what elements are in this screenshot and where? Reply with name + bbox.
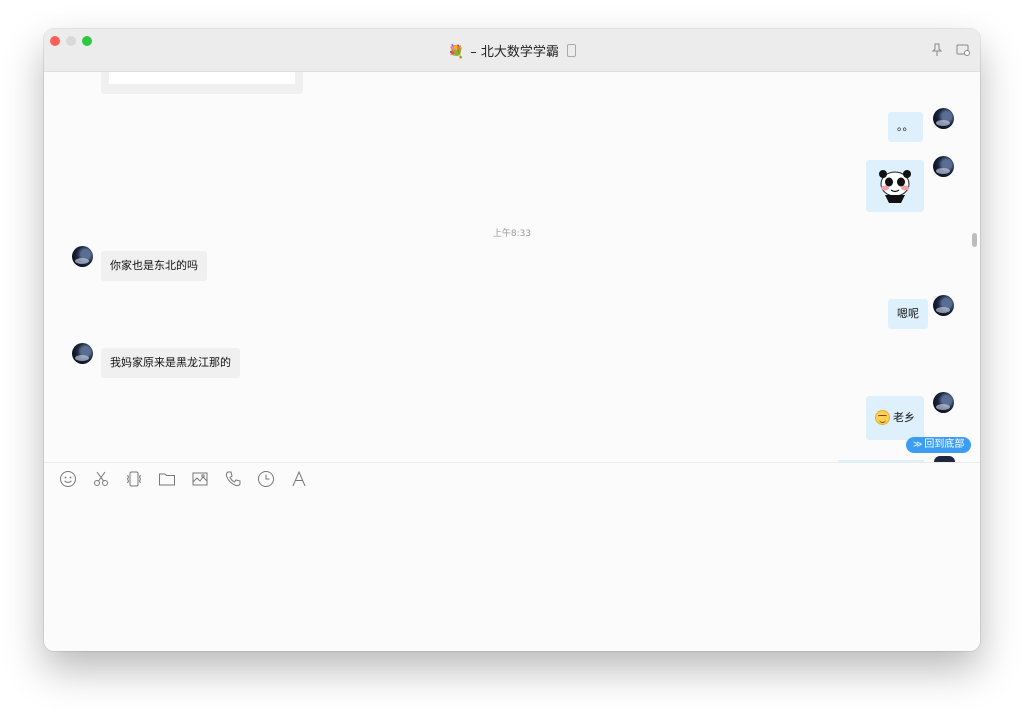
title-bar: 💐 – 北大数学学霸 bbox=[44, 29, 980, 72]
panda-sticker-icon bbox=[879, 170, 911, 203]
avatar-self[interactable] bbox=[933, 295, 954, 316]
scrollbar-thumb[interactable] bbox=[972, 233, 977, 247]
sticker-message[interactable] bbox=[866, 160, 924, 212]
window-title: 💐 – 北大数学学霸 bbox=[44, 41, 980, 60]
phone-icon[interactable] bbox=[224, 470, 242, 488]
chat-window: 💐 – 北大数学学霸 。。 上午8:33 你家也是东北的吗 嗯呢 我妈家原来是黑… bbox=[44, 29, 980, 651]
avatar-self[interactable] bbox=[933, 108, 954, 129]
scroll-to-bottom-label: 回到底部 bbox=[924, 439, 965, 450]
time-separator: 上午8:33 bbox=[492, 229, 532, 239]
smile-emoji-icon bbox=[875, 410, 890, 425]
message-bubble[interactable]: 。。 bbox=[888, 112, 923, 142]
avatar-contact[interactable] bbox=[72, 246, 93, 267]
avatar-contact[interactable] bbox=[72, 343, 93, 364]
avatar-self[interactable] bbox=[933, 156, 954, 177]
message-text: 老乡 bbox=[893, 411, 915, 424]
vibrate-icon[interactable] bbox=[125, 470, 143, 488]
avatar-self[interactable] bbox=[933, 392, 954, 413]
message-list[interactable]: 。。 上午8:33 你家也是东北的吗 嗯呢 我妈家原来是黑龙江那的 老乡 bbox=[44, 72, 980, 462]
title-emoji: 💐 bbox=[447, 45, 465, 60]
double-chevron-down-icon: ≫ bbox=[913, 440, 923, 450]
message-bubble[interactable]: 老乡 bbox=[866, 396, 924, 440]
font-icon[interactable] bbox=[290, 470, 308, 488]
message-bubble[interactable]: 嗯呢 bbox=[888, 299, 928, 329]
message-bubble[interactable]: 你家也是东北的吗 bbox=[101, 251, 207, 281]
title-text: – 北大数学学霸 bbox=[470, 45, 559, 60]
image-icon[interactable] bbox=[191, 470, 209, 488]
message-input[interactable] bbox=[44, 497, 980, 651]
pin-icon[interactable] bbox=[930, 43, 944, 57]
scroll-to-bottom-button[interactable]: ≫ 回到底部 bbox=[906, 437, 972, 453]
folder-icon[interactable] bbox=[158, 470, 176, 488]
partial-card-message bbox=[101, 72, 303, 94]
detach-window-icon[interactable] bbox=[956, 43, 970, 57]
message-bubble[interactable]: 我妈家原来是黑龙江那的 bbox=[101, 348, 240, 378]
history-icon[interactable] bbox=[257, 470, 275, 488]
mobile-online-icon bbox=[567, 44, 577, 57]
input-toolbar bbox=[44, 463, 980, 497]
scissors-icon[interactable] bbox=[92, 470, 110, 488]
emoji-icon[interactable] bbox=[59, 470, 77, 488]
